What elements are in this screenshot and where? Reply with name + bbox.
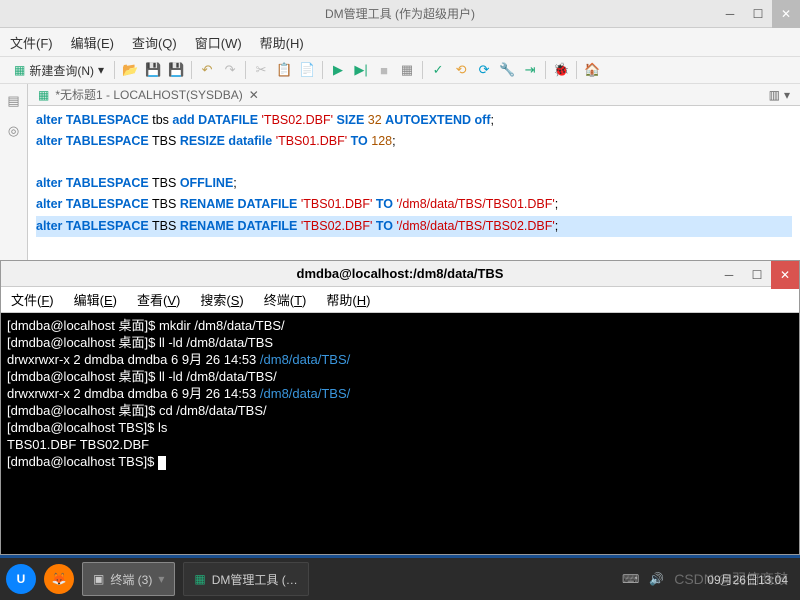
debug-icon[interactable]: ▶| [350,59,372,81]
tab-menu-icon[interactable]: ▾ [784,88,790,102]
terminal-window: dmdba@localhost:/dm8/data/TBS ─ ☐ ✕ 文件(F… [0,260,800,555]
tray-keyboard-icon[interactable]: ⌨ [622,572,639,586]
ide-toolbar: ▦新建查询(N)▾ 📂 💾 💾 ↶ ↷ ✂ 📋 📄 ▶ ▶| ■ ▦ ✓ ⟲ ⟳… [0,56,800,84]
stop-icon[interactable]: ■ [373,59,395,81]
terminal-title: dmdba@localhost:/dm8/data/TBS [297,266,504,281]
term-menu-help[interactable]: 帮助(H) [326,290,370,309]
tab-title: *无标题1 - LOCALHOST(SYSDBA) [55,86,242,103]
taskbar-item-terminal[interactable]: ▣ 终端 (3) ▾ [82,562,175,596]
tab-close-icon[interactable]: ✕ [249,88,259,102]
refresh-icon[interactable]: ⟳ [473,59,495,81]
ide-title: DM管理工具 (作为超级用户) [325,5,475,22]
dm-icon: ▦ [194,572,205,586]
open-icon[interactable]: 📂 [119,59,141,81]
taskbar-terminal-label: 终端 (3) [110,571,152,588]
new-query-button[interactable]: ▦新建查询(N)▾ [8,59,110,81]
menu-file[interactable]: 文件(F) [10,33,53,52]
save-all-icon[interactable]: 💾 [165,59,187,81]
term-menu-search[interactable]: 搜索(S) [200,290,243,309]
close-button[interactable]: ✕ [772,0,800,28]
copy-icon[interactable]: 📋 [273,59,295,81]
redo-icon[interactable]: ↷ [219,59,241,81]
rollback-icon[interactable]: ⟲ [450,59,472,81]
terminal-body[interactable]: [dmdba@localhost 桌面]$ mkdir /dm8/data/TB… [1,313,799,554]
tray-volume-icon[interactable]: 🔊 [649,572,664,586]
cut-icon[interactable]: ✂ [250,59,272,81]
menu-edit[interactable]: 编辑(E) [71,33,114,52]
terminal-minimize-button[interactable]: ─ [715,261,743,289]
term-menu-terminal[interactable]: 终端(T) [264,290,307,309]
ide-titlebar: DM管理工具 (作为超级用户) ─ ☐ ✕ [0,0,800,28]
menu-help[interactable]: 帮助(H) [260,33,304,52]
menu-query[interactable]: 查询(Q) [132,33,177,52]
term-menu-view[interactable]: 查看(V) [137,290,180,309]
run-icon[interactable]: ▶ [327,59,349,81]
outline-icon[interactable]: ◎ [3,120,25,142]
terminal-maximize-button[interactable]: ☐ [743,261,771,289]
terminal-titlebar: dmdba@localhost:/dm8/data/TBS ─ ☐ ✕ [1,261,799,287]
db-icon[interactable]: ▤ [3,90,25,112]
firefox-icon[interactable]: 🦊 [44,564,74,594]
tool2-icon[interactable]: ⇥ [519,59,541,81]
tool1-icon[interactable]: 🔧 [496,59,518,81]
maximize-button[interactable]: ☐ [744,0,772,28]
paste-icon[interactable]: 📄 [296,59,318,81]
save-icon[interactable]: 💾 [142,59,164,81]
commit-icon[interactable]: ✓ [427,59,449,81]
start-button[interactable]: U [6,564,36,594]
term-menu-file[interactable]: 文件(F) [11,290,54,309]
taskbar-dm-label: DM管理工具 (… [212,571,298,588]
home-icon[interactable]: 🏠 [581,59,603,81]
split-icon[interactable]: ▥ [769,88,780,102]
tray-time: 09月26日13:04 [707,571,788,588]
terminal-close-button[interactable]: ✕ [771,261,799,289]
undo-icon[interactable]: ↶ [196,59,218,81]
term-menu-edit[interactable]: 编辑(E) [74,290,117,309]
ide-menubar: 文件(F) 编辑(E) 查询(Q) 窗口(W) 帮助(H) [0,28,800,56]
editor-tab[interactable]: ▦ *无标题1 - LOCALHOST(SYSDBA) ✕ ▥ ▾ [28,84,800,106]
terminal-icon: ▣ [93,572,104,586]
taskbar: U 🦊 ▣ 终端 (3) ▾ ▦ DM管理工具 (… ⌨ 🔊 CSDN @羽俯商… [0,558,800,600]
minimize-button[interactable]: ─ [716,0,744,28]
bug-icon[interactable]: 🐞 [550,59,572,81]
menu-window[interactable]: 窗口(W) [195,33,242,52]
taskbar-item-dm[interactable]: ▦ DM管理工具 (… [183,562,308,596]
terminal-menubar: 文件(F) 编辑(E) 查看(V) 搜索(S) 终端(T) 帮助(H) [1,287,799,313]
explain-icon[interactable]: ▦ [396,59,418,81]
